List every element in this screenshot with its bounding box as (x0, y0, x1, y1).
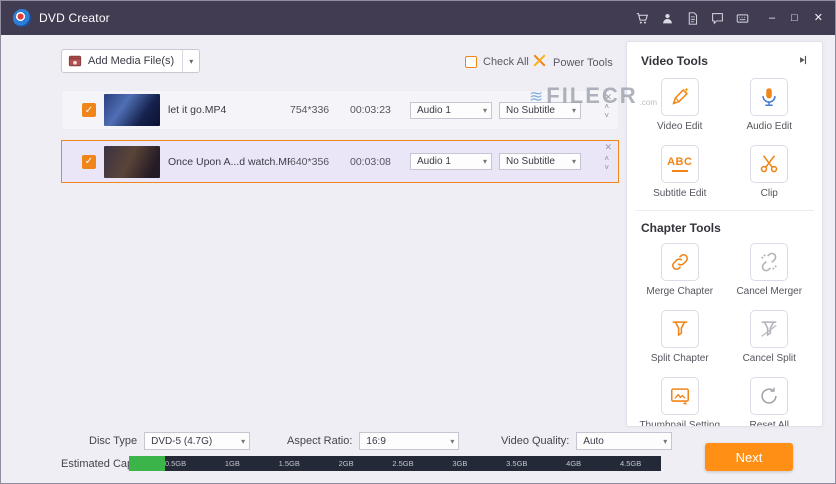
audio-select[interactable]: Audio 1 ▾ (410, 153, 492, 170)
cancel-merger-icon (750, 243, 789, 281)
capacity-tick: 4.5GB (619, 459, 642, 468)
audio-select[interactable]: Audio 1 ▾ (410, 101, 492, 119)
disc-type-label: Disc Type (89, 435, 138, 447)
titlebar-menu-icons (636, 11, 749, 25)
reset-all-icon (750, 377, 789, 415)
main-content: Add Media File(s) ▾ Check All Power Tool… (1, 35, 835, 483)
video-edit-icon (660, 78, 699, 116)
aspect-ratio-label: Aspect Ratio: (287, 435, 353, 447)
capacity-tick: 3.5GB (506, 459, 528, 468)
app-window: DVD Creator – □ ✕ Add Media File(s) ▾ Ch… (0, 0, 836, 484)
minimize-button[interactable]: – (769, 12, 775, 24)
check-all-checkbox[interactable] (465, 56, 477, 68)
chevron-down-icon: ▾ (482, 105, 487, 115)
merge-chapter-icon (660, 243, 699, 281)
move-down-icon[interactable]: ˅ (604, 112, 609, 120)
media-row[interactable]: ✓ let it go.MP4 754*336 00:03:23 Audio 1… (61, 90, 619, 130)
move-up-icon[interactable]: ˄ (604, 103, 609, 111)
clip-icon (750, 145, 789, 183)
chevron-down-icon: ▾ (189, 56, 194, 66)
check-all[interactable]: Check All (465, 56, 529, 68)
cancel-split-icon (750, 310, 789, 348)
file-resolution: 754*336 (290, 104, 330, 116)
chevron-down-icon: ▾ (571, 105, 576, 115)
row-checkbox[interactable]: ✓ (82, 103, 96, 117)
capacity-tick: 4GB (566, 459, 582, 468)
maximize-button[interactable]: □ (791, 12, 798, 24)
tool-split-chapter[interactable]: Split Chapter (635, 310, 725, 365)
video-thumbnail (104, 94, 160, 126)
file-duration: 00:03:08 (350, 155, 391, 168)
app-title: DVD Creator (39, 11, 110, 25)
tools-panel: Video Tools Video Edit Audio Edit ABC Su… (626, 41, 823, 427)
titlebar: DVD Creator – □ ✕ (1, 1, 835, 35)
capacity-scale: 0.5GB 1GB 1.5GB 2GB 2.5GB 3GB 3.5GB 4GB … (129, 456, 661, 471)
chevron-down-icon: ▾ (482, 157, 487, 166)
capacity-tick: 0.5GB (164, 459, 187, 468)
cart-icon[interactable] (636, 12, 649, 25)
tool-subtitle-edit[interactable]: ABC Subtitle Edit (635, 145, 725, 200)
chevron-down-icon: ▾ (450, 436, 455, 446)
window-controls: – □ ✕ (769, 12, 823, 24)
tool-video-edit[interactable]: Video Edit (635, 78, 725, 133)
tool-thumbnail-setting[interactable]: Thumbnail Setting (635, 377, 725, 426)
collapse-pin-icon[interactable] (798, 52, 808, 70)
file-name: Once Upon A...d watch.MP4 (168, 155, 290, 168)
video-quality-select[interactable]: Auto ▾ (576, 432, 673, 450)
video-thumbnail (104, 145, 160, 178)
subtitle-select[interactable]: No Subtitle ▾ (499, 101, 581, 119)
file-resolution: 640*356 (290, 155, 330, 168)
capacity-tick: 1.5GB (278, 459, 300, 468)
close-button[interactable]: ✕ (814, 12, 823, 24)
tool-audio-edit[interactable]: Audio Edit (725, 78, 815, 133)
capacity-tick: 2.5GB (392, 459, 414, 468)
disc-type-select[interactable]: DVD-5 (4.7G) ▾ (144, 432, 251, 450)
chevron-down-icon: ▾ (241, 436, 246, 446)
capacity-meter: 0.5GB 1GB 1.5GB 2GB 2.5GB 3GB 3.5GB 4GB … (129, 456, 661, 471)
document-icon[interactable] (686, 11, 699, 25)
remove-file-icon[interactable]: ✕ (604, 143, 612, 152)
chapter-tools-title: Chapter Tools (641, 221, 721, 235)
subtitle-edit-icon: ABC (660, 145, 699, 183)
feedback-icon[interactable] (711, 12, 724, 25)
move-up-icon[interactable]: ˄ (604, 154, 609, 163)
tool-merge-chapter[interactable]: Merge Chapter (635, 243, 725, 298)
account-icon[interactable] (661, 12, 674, 25)
split-chapter-icon (660, 310, 699, 348)
capacity-tick: 3GB (452, 459, 468, 468)
keyboard-icon[interactable] (736, 12, 749, 25)
row-checkbox[interactable]: ✓ (82, 154, 96, 169)
tool-cancel-split[interactable]: Cancel Split (725, 310, 815, 365)
next-button[interactable]: Next (705, 443, 793, 471)
power-tools-button[interactable]: Power Tools (532, 53, 613, 73)
chevron-down-icon: ▾ (663, 436, 668, 446)
subtitle-select[interactable]: No Subtitle ▾ (499, 153, 581, 170)
capacity-tick: 2GB (338, 459, 354, 468)
tool-cancel-merger[interactable]: Cancel Merger (725, 243, 815, 298)
chevron-down-icon: ▾ (571, 157, 576, 166)
move-down-icon[interactable]: ˅ (604, 163, 609, 172)
remove-file-icon[interactable]: ✕ (604, 93, 612, 102)
tool-clip[interactable]: Clip (725, 145, 815, 200)
add-media-icon (62, 54, 88, 68)
app-logo-icon (13, 9, 31, 27)
thumbnail-setting-icon (660, 377, 699, 415)
file-duration: 00:03:23 (350, 104, 391, 116)
video-quality-label: Video Quality: (501, 435, 570, 447)
media-row[interactable]: ✓ Once Upon A...d watch.MP4 640*356 00:0… (61, 140, 619, 183)
power-tools-icon (532, 53, 547, 73)
tool-reset-all[interactable]: Reset All (725, 377, 815, 426)
file-name: let it go.MP4 (168, 104, 227, 116)
video-tools-title: Video Tools (641, 54, 708, 68)
add-media-label: Add Media File(s) (88, 55, 175, 67)
audio-edit-icon (750, 78, 789, 116)
aspect-ratio-select[interactable]: 16:9 ▾ (359, 432, 460, 450)
add-media-button[interactable]: Add Media File(s) ▾ (61, 49, 201, 73)
capacity-tick: 1GB (224, 459, 240, 468)
